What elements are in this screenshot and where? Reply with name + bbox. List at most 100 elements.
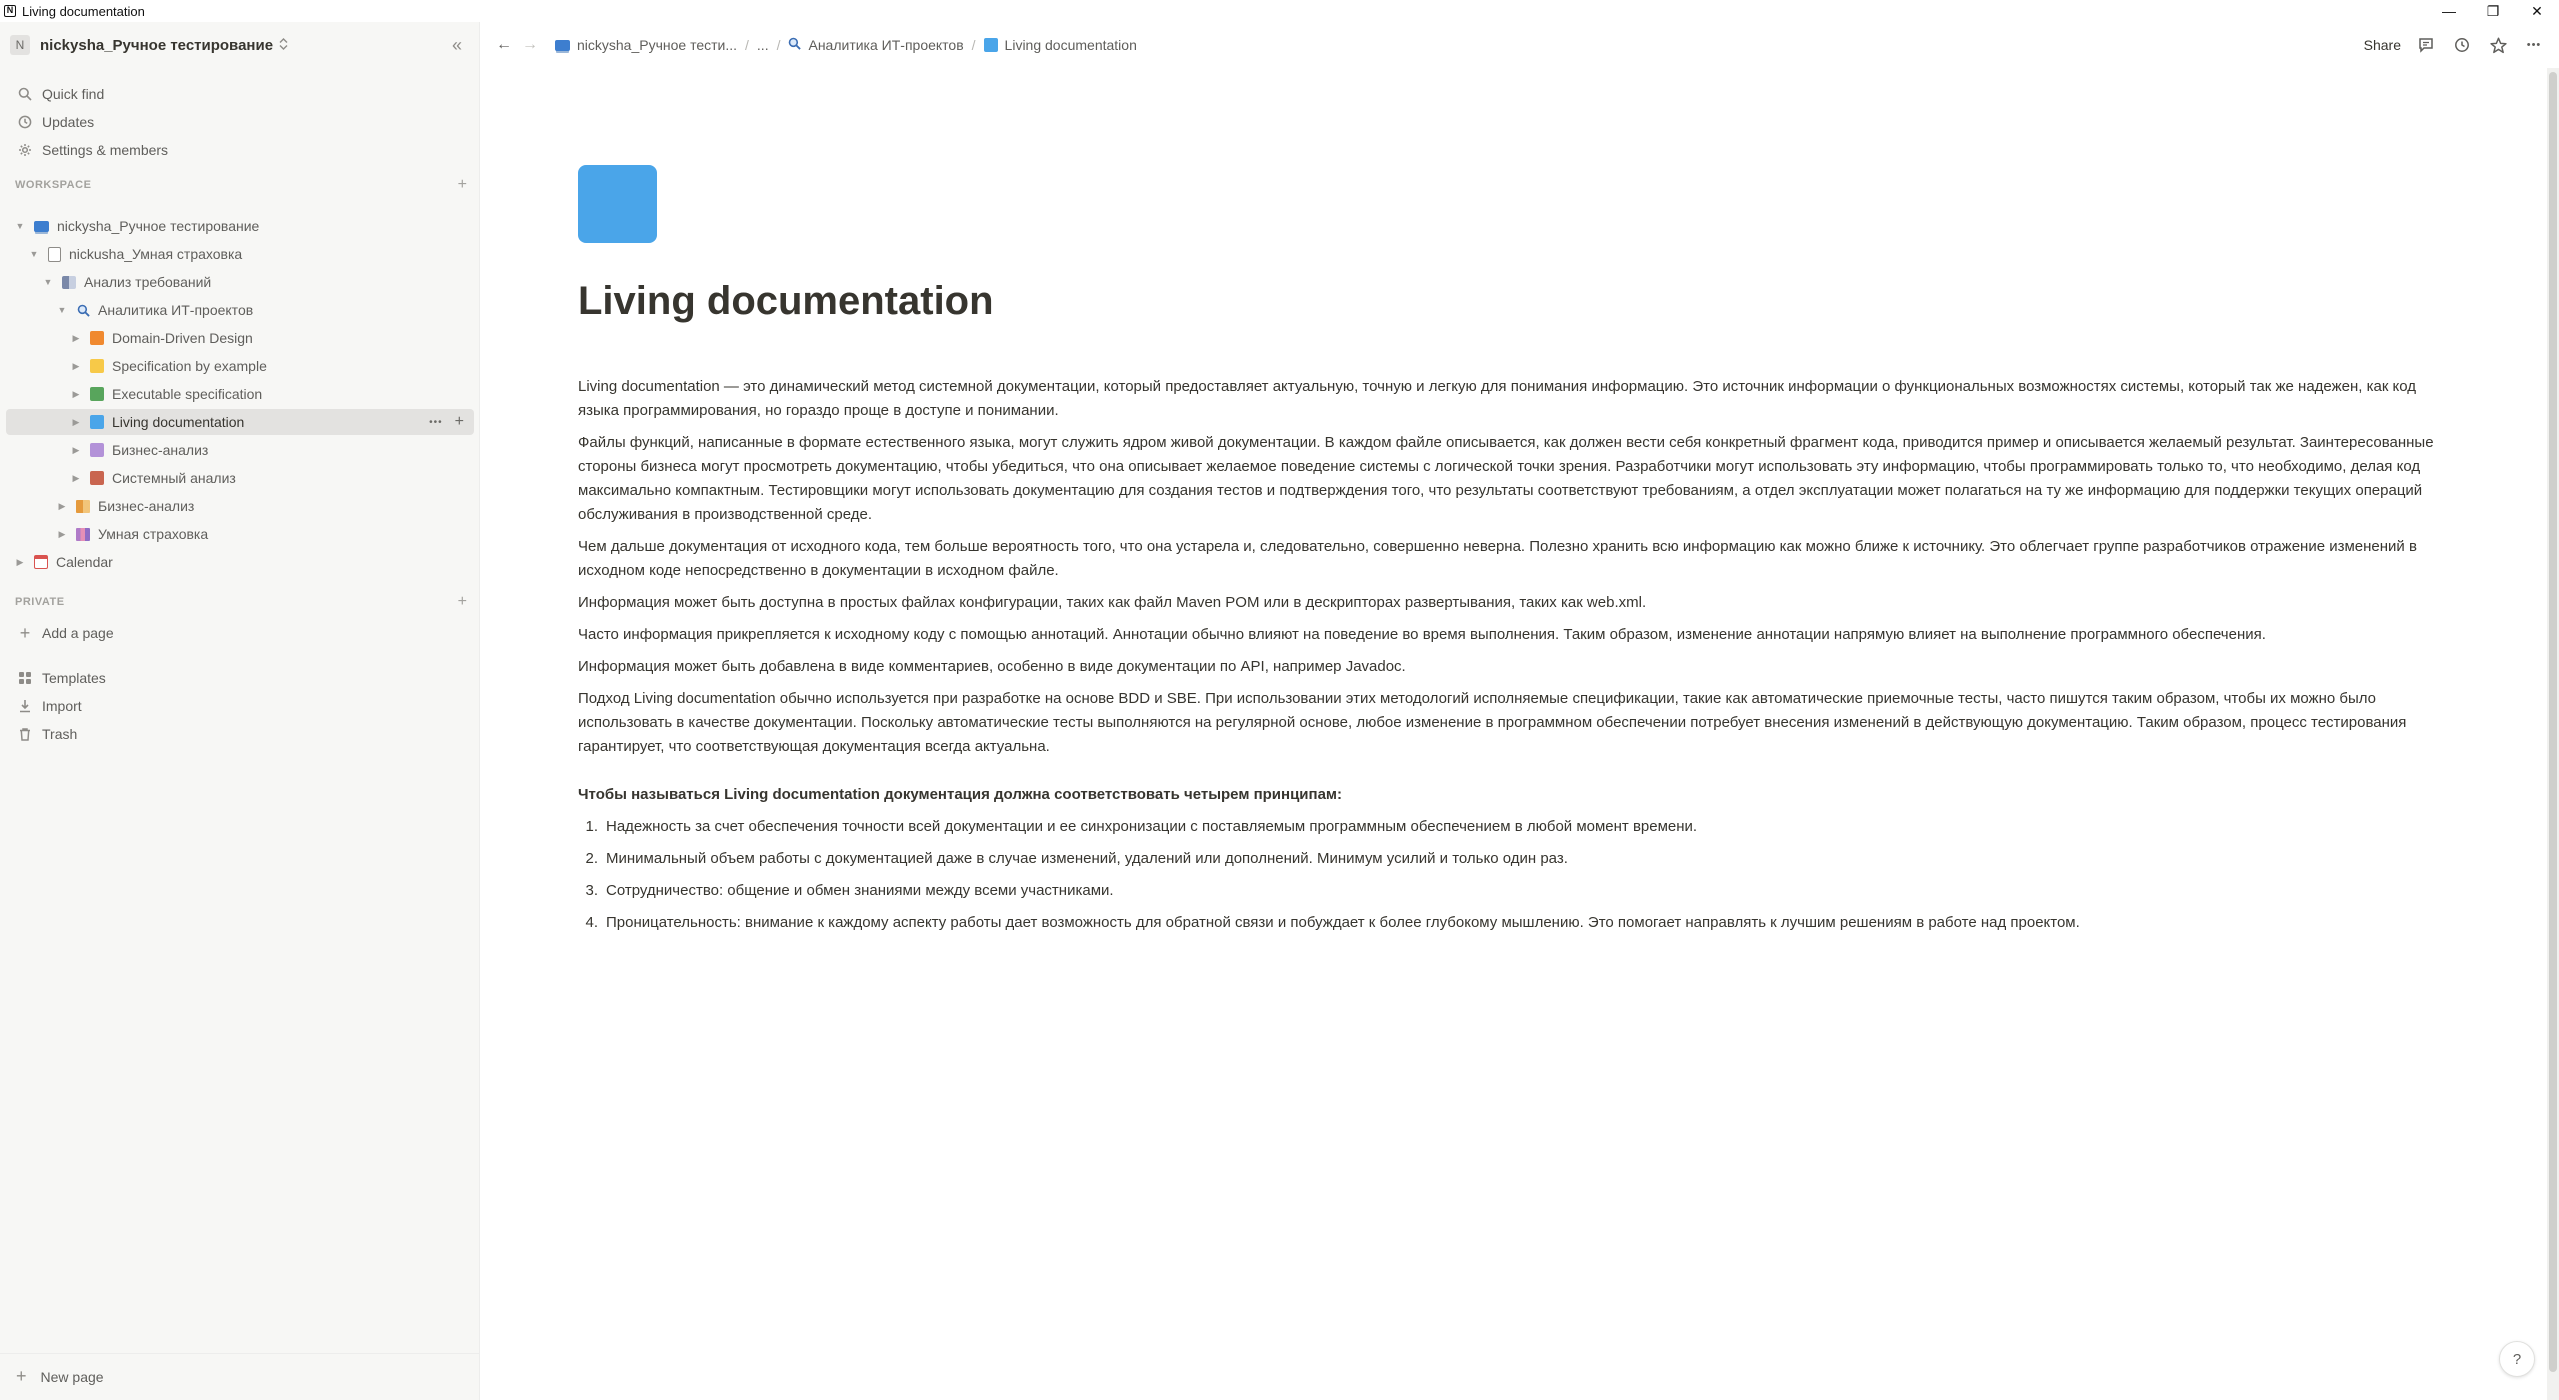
- window-controls: — ❐ ✕: [2427, 0, 2559, 22]
- collapse-sidebar-icon[interactable]: «: [446, 34, 468, 56]
- add-private-page-icon[interactable]: +: [458, 593, 467, 611]
- tree-item-label: Аналитика ИТ-проектов: [98, 302, 254, 318]
- add-page-button[interactable]: + Add a page: [6, 620, 474, 646]
- breadcrumb-item[interactable]: Аналитика ИТ-проектов: [784, 37, 967, 53]
- breadcrumb-separator: /: [971, 37, 976, 53]
- breadcrumb: nickysha_Ручное тести... / ... / Аналити…: [551, 37, 1141, 53]
- close-window-button[interactable]: ✕: [2515, 0, 2559, 22]
- collapsed-toggle-icon[interactable]: ▶: [68, 442, 84, 458]
- collapsed-toggle-icon[interactable]: ▶: [68, 330, 84, 346]
- sidebar-tree-item[interactable]: ▶ Бизнес-анализ: [6, 493, 474, 519]
- magnifier-icon: [76, 303, 90, 317]
- blue-square-icon: [983, 38, 998, 52]
- sidebar-item-import[interactable]: Import: [6, 693, 474, 719]
- paragraph[interactable]: Информация может быть доступна в простых…: [578, 591, 2448, 615]
- paragraph[interactable]: Подход Living documentation обычно испол…: [578, 687, 2448, 759]
- books-orange-icon: [76, 499, 90, 513]
- help-button[interactable]: ?: [2499, 1341, 2535, 1377]
- empty-block[interactable]: [578, 767, 2448, 783]
- breadcrumb-label: Living documentation: [1004, 37, 1137, 53]
- sidebar-tree-item[interactable]: ▼ nickysha_Ручное тестирование: [6, 213, 474, 239]
- laptop-icon: [34, 220, 49, 232]
- sidebar-item-label: Settings & members: [42, 142, 169, 158]
- list-item[interactable]: 4. Проницательность: внимание к каждому а…: [578, 911, 2448, 935]
- expanded-toggle-icon[interactable]: ▼: [12, 218, 28, 234]
- list-item[interactable]: 2. Минимальный объем работы с документаци…: [578, 847, 2448, 871]
- history-icon[interactable]: [2451, 34, 2473, 56]
- sidebar-tree-item[interactable]: ▼ Анализ требований: [6, 269, 474, 295]
- list-item-text: Надежность за счет обеспечения точности …: [606, 818, 1698, 835]
- restore-button[interactable]: ❐: [2471, 0, 2515, 22]
- sidebar-tree-item[interactable]: ▶ Domain-Driven Design: [6, 325, 474, 351]
- sidebar-item-label: Import: [42, 698, 82, 714]
- sidebar-item-trash[interactable]: Trash: [6, 721, 474, 747]
- list-item[interactable]: 1. Надежность за счет обеспечения точност…: [578, 815, 2448, 839]
- chevron-updown-icon: [279, 37, 288, 53]
- sidebar-tree-item[interactable]: ▶ Системный анализ: [6, 465, 474, 491]
- more-icon[interactable]: •••: [429, 417, 443, 428]
- paragraph[interactable]: Часто информация прикрепляется к исходно…: [578, 623, 2448, 647]
- purple-square-icon: [90, 443, 104, 457]
- comment-icon[interactable]: [2415, 34, 2437, 56]
- tree-item-label: Умная страховка: [98, 526, 209, 542]
- collapsed-toggle-icon[interactable]: ▶: [68, 358, 84, 374]
- sidebar-item-updates[interactable]: Updates: [6, 109, 474, 135]
- collapsed-toggle-icon[interactable]: ▶: [12, 554, 28, 570]
- page-title[interactable]: Living documentation: [578, 279, 994, 324]
- sidebar-tree-item[interactable]: ▶ Specification by example: [6, 353, 474, 379]
- search-icon: [14, 83, 36, 105]
- tree-item-label: Бизнес-анализ: [112, 442, 209, 458]
- sidebar-item-settings[interactable]: Settings & members: [6, 137, 474, 163]
- collapsed-toggle-icon[interactable]: ▶: [68, 414, 84, 430]
- expanded-toggle-icon[interactable]: ▼: [54, 302, 70, 318]
- forward-arrow-icon[interactable]: →: [519, 34, 541, 56]
- more-icon[interactable]: •••: [2523, 34, 2545, 56]
- plus-icon: +: [16, 1366, 27, 1386]
- new-page-button[interactable]: + New page: [0, 1353, 480, 1399]
- star-icon[interactable]: [2487, 34, 2509, 56]
- back-arrow-icon[interactable]: ←: [493, 34, 515, 56]
- paragraph[interactable]: Файлы функций, написанные в формате есте…: [578, 431, 2448, 527]
- expanded-toggle-icon[interactable]: ▼: [26, 246, 42, 262]
- sidebar-item-quick-find[interactable]: Quick find: [6, 81, 474, 107]
- share-button[interactable]: Share: [2364, 37, 2401, 53]
- paragraph[interactable]: Чем дальше документация от исходного код…: [578, 535, 2448, 583]
- yellow-square-icon: [90, 359, 104, 373]
- sidebar-tree-item[interactable]: ▼ Аналитика ИТ-проектов: [6, 297, 474, 323]
- page-icon[interactable]: [578, 165, 657, 243]
- sidebar-tree-item[interactable]: ▶ Бизнес-анализ: [6, 437, 474, 463]
- breadcrumb-item[interactable]: ...: [753, 37, 773, 53]
- collapsed-toggle-icon[interactable]: ▶: [54, 498, 70, 514]
- clock-icon: [14, 111, 36, 133]
- sidebar-tree-item-selected[interactable]: ▶ Living documentation ••• +: [6, 409, 474, 435]
- sidebar-tree-item[interactable]: ▶ Executable specification: [6, 381, 474, 407]
- document-icon: [48, 246, 61, 262]
- paragraph[interactable]: Living documentation — это динамический …: [578, 375, 2448, 423]
- sidebar-tree-item[interactable]: ▼ nickusha_Умная страховка: [6, 241, 474, 267]
- list-number: 2.: [585, 850, 598, 867]
- principles-heading[interactable]: Чтобы называться Living documentation до…: [578, 783, 2448, 807]
- workspace-section-header: WORKSPACE +: [15, 175, 467, 195]
- workspace-switcher[interactable]: N nickysha_Ручное тестирование: [10, 32, 288, 58]
- collapsed-toggle-icon[interactable]: ▶: [54, 526, 70, 542]
- sidebar-tree-item[interactable]: ▶ Calendar: [6, 549, 474, 575]
- breadcrumb-label: ...: [756, 37, 769, 53]
- paragraph[interactable]: Информация может быть добавлена в виде к…: [578, 655, 2448, 679]
- collapsed-toggle-icon[interactable]: ▶: [68, 470, 84, 486]
- breadcrumb-item-current[interactable]: Living documentation: [980, 37, 1141, 53]
- add-subpage-icon[interactable]: +: [455, 413, 464, 431]
- list-item[interactable]: 3. Сотрудничество: общение и обмен знания…: [578, 879, 2448, 903]
- tree-item-label: Анализ требований: [84, 274, 212, 290]
- scrollbar-thumb[interactable]: [2549, 72, 2557, 1372]
- tree-item-label: Specification by example: [112, 358, 267, 374]
- expanded-toggle-icon[interactable]: ▼: [40, 274, 56, 290]
- tree-item-label: nickusha_Умная страховка: [69, 246, 243, 262]
- notion-app-icon: N: [4, 5, 16, 17]
- minimize-button[interactable]: —: [2427, 0, 2471, 22]
- sidebar-tree-item[interactable]: ▶ Умная страховка: [6, 521, 474, 547]
- tree-item-label: Domain-Driven Design: [112, 330, 253, 346]
- collapsed-toggle-icon[interactable]: ▶: [68, 386, 84, 402]
- breadcrumb-item[interactable]: nickysha_Ручное тести...: [551, 37, 741, 53]
- sidebar-item-templates[interactable]: Templates: [6, 665, 474, 691]
- add-workspace-page-icon[interactable]: +: [458, 176, 467, 194]
